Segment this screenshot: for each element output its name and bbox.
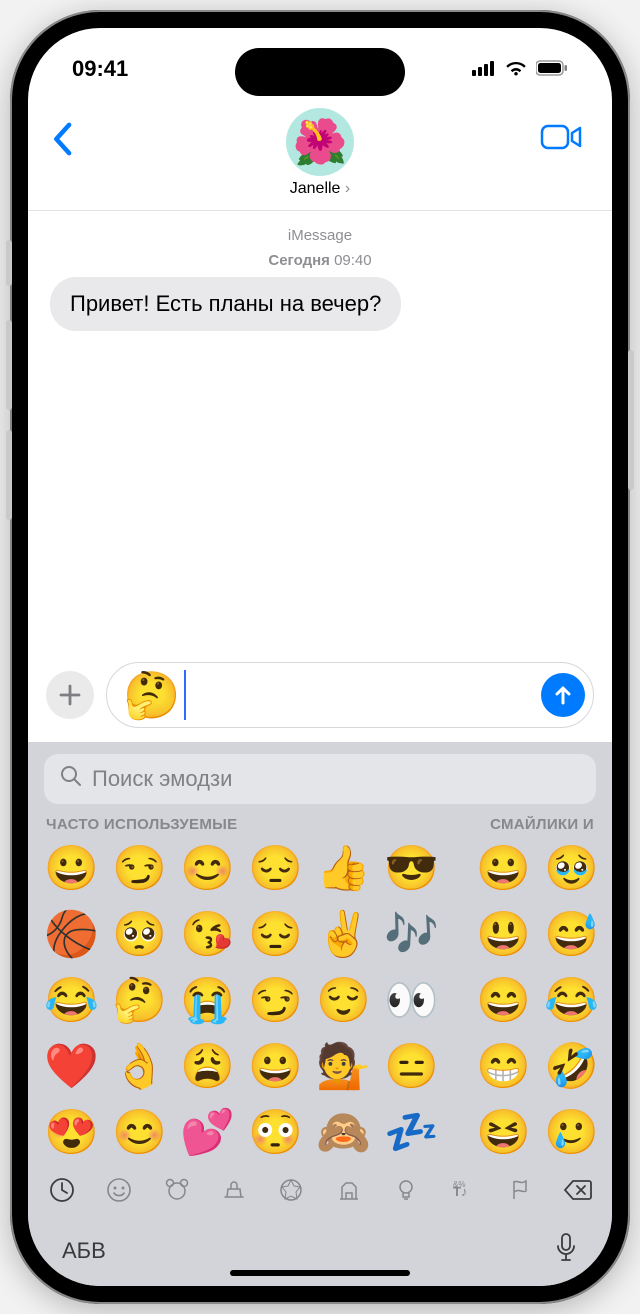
emoji-key[interactable]: 😅 xyxy=(544,905,596,965)
avatar-emoji: 🌺 xyxy=(293,116,348,168)
emoji-key[interactable]: 😏 xyxy=(112,839,164,899)
category-smileys-icon[interactable] xyxy=(103,1177,135,1210)
emoji-key[interactable]: 💁 xyxy=(316,1037,368,1097)
category-flags-icon[interactable] xyxy=(505,1177,537,1210)
emoji-key[interactable]: ❤️ xyxy=(44,1037,96,1097)
emoji-key[interactable]: 😊 xyxy=(180,839,232,899)
category-travel-icon[interactable] xyxy=(333,1177,365,1210)
svg-text:&%: &% xyxy=(453,1180,465,1189)
section-label-smileys: СМАЙЛИКИ И xyxy=(490,816,594,833)
emoji-key[interactable]: 😂 xyxy=(44,971,96,1031)
emoji-key[interactable]: 😏 xyxy=(248,971,300,1031)
abc-switch-button[interactable]: АБВ xyxy=(62,1238,106,1264)
emoji-key[interactable]: 😘 xyxy=(180,905,232,965)
wifi-icon xyxy=(504,56,528,82)
category-objects-icon[interactable] xyxy=(390,1177,422,1210)
emoji-key[interactable]: 😊 xyxy=(112,1103,164,1163)
status-indicators xyxy=(472,56,568,82)
emoji-key[interactable]: 🤣 xyxy=(544,1037,596,1097)
category-recents-icon[interactable] xyxy=(46,1177,78,1210)
category-animals-icon[interactable] xyxy=(161,1177,193,1210)
dynamic-island xyxy=(235,48,405,96)
emoji-key[interactable]: 🏀 xyxy=(44,905,96,965)
message-input[interactable]: 🤔 xyxy=(106,662,594,728)
emoji-key[interactable]: 😀 xyxy=(476,839,528,899)
emoji-key[interactable]: 🙈 xyxy=(316,1103,368,1163)
back-button[interactable] xyxy=(52,122,72,161)
section-label-frequent: ЧАСТО ИСПОЛЬЗУЕМЫЕ xyxy=(46,816,237,833)
service-label: iMessage xyxy=(50,227,590,244)
emoji-key[interactable]: 😎 xyxy=(384,839,436,899)
emoji-search-input[interactable]: Поиск эмодзи xyxy=(44,754,596,804)
emoji-category-bar: Т♪&% xyxy=(28,1169,612,1212)
emoji-key[interactable]: 😀 xyxy=(44,839,96,899)
chat-area: iMessage Сегодня 09:40 Привет! Есть план… xyxy=(28,211,612,662)
emoji-key[interactable]: 🥹 xyxy=(544,839,596,899)
emoji-grid: 😀😏😊😔👍😎😀🥹🏀🥺😘😔✌️🎶😃😅😂🤔😭😏😌👀😄😂❤️👌😩😀💁😑😁🤣😍😊💕😳🙈💤… xyxy=(28,839,612,1163)
emoji-key[interactable]: 🤔 xyxy=(112,971,164,1031)
contact-avatar[interactable]: 🌺 xyxy=(286,108,354,176)
home-indicator[interactable] xyxy=(230,1270,410,1276)
add-attachment-button[interactable] xyxy=(46,671,94,719)
emoji-key[interactable]: 😍 xyxy=(44,1103,96,1163)
emoji-keyboard: Поиск эмодзи ЧАСТО ИСПОЛЬЗУЕМЫЕ СМАЙЛИКИ… xyxy=(28,742,612,1286)
emoji-key[interactable]: 😁 xyxy=(476,1037,528,1097)
emoji-key[interactable]: 😔 xyxy=(248,839,300,899)
category-activity-icon[interactable] xyxy=(275,1177,307,1210)
emoji-key[interactable]: 😳 xyxy=(248,1103,300,1163)
facetime-button[interactable] xyxy=(540,122,582,157)
incoming-message-bubble[interactable]: Привет! Есть планы на вечер? xyxy=(50,277,401,331)
emoji-key[interactable]: 😄 xyxy=(476,971,528,1031)
battery-icon xyxy=(536,56,568,82)
contact-name[interactable]: Janelle xyxy=(28,180,612,198)
emoji-key[interactable]: 💕 xyxy=(180,1103,232,1163)
status-time: 09:41 xyxy=(72,56,128,82)
category-food-icon[interactable] xyxy=(218,1177,250,1210)
emoji-key[interactable]: 😀 xyxy=(248,1037,300,1097)
date-header: Сегодня 09:40 xyxy=(50,252,590,269)
emoji-key[interactable]: 👌 xyxy=(112,1037,164,1097)
text-cursor xyxy=(184,670,186,720)
emoji-key[interactable]: 💤 xyxy=(384,1103,436,1163)
emoji-key[interactable]: 👍 xyxy=(316,839,368,899)
message-composer: 🤔 xyxy=(28,662,612,742)
emoji-key[interactable]: 🎶 xyxy=(384,905,436,965)
emoji-key[interactable]: 😆 xyxy=(476,1103,528,1163)
conversation-header: 🌺 Janelle xyxy=(28,108,612,211)
search-icon xyxy=(60,765,82,793)
emoji-key[interactable]: 🥲 xyxy=(544,1103,596,1163)
emoji-key[interactable]: 😔 xyxy=(248,905,300,965)
emoji-key[interactable]: ✌️ xyxy=(316,905,368,965)
keyboard-bottom-row: АБВ xyxy=(28,1212,612,1270)
draft-emoji: 🤔 xyxy=(123,668,180,723)
emoji-key[interactable]: 👀 xyxy=(384,971,436,1031)
emoji-key[interactable]: 😩 xyxy=(180,1037,232,1097)
dictation-button[interactable] xyxy=(554,1232,578,1270)
emoji-search-placeholder: Поиск эмодзи xyxy=(92,766,232,792)
cellular-icon xyxy=(472,56,496,82)
emoji-key[interactable]: 😃 xyxy=(476,905,528,965)
emoji-key[interactable]: 😌 xyxy=(316,971,368,1031)
emoji-key[interactable]: 😂 xyxy=(544,971,596,1031)
send-button[interactable] xyxy=(541,673,585,717)
emoji-key[interactable]: 😑 xyxy=(384,1037,436,1097)
emoji-key[interactable]: 😭 xyxy=(180,971,232,1031)
delete-key[interactable] xyxy=(562,1178,594,1209)
category-symbols-icon[interactable]: Т♪&% xyxy=(447,1177,479,1210)
emoji-key[interactable]: 🥺 xyxy=(112,905,164,965)
